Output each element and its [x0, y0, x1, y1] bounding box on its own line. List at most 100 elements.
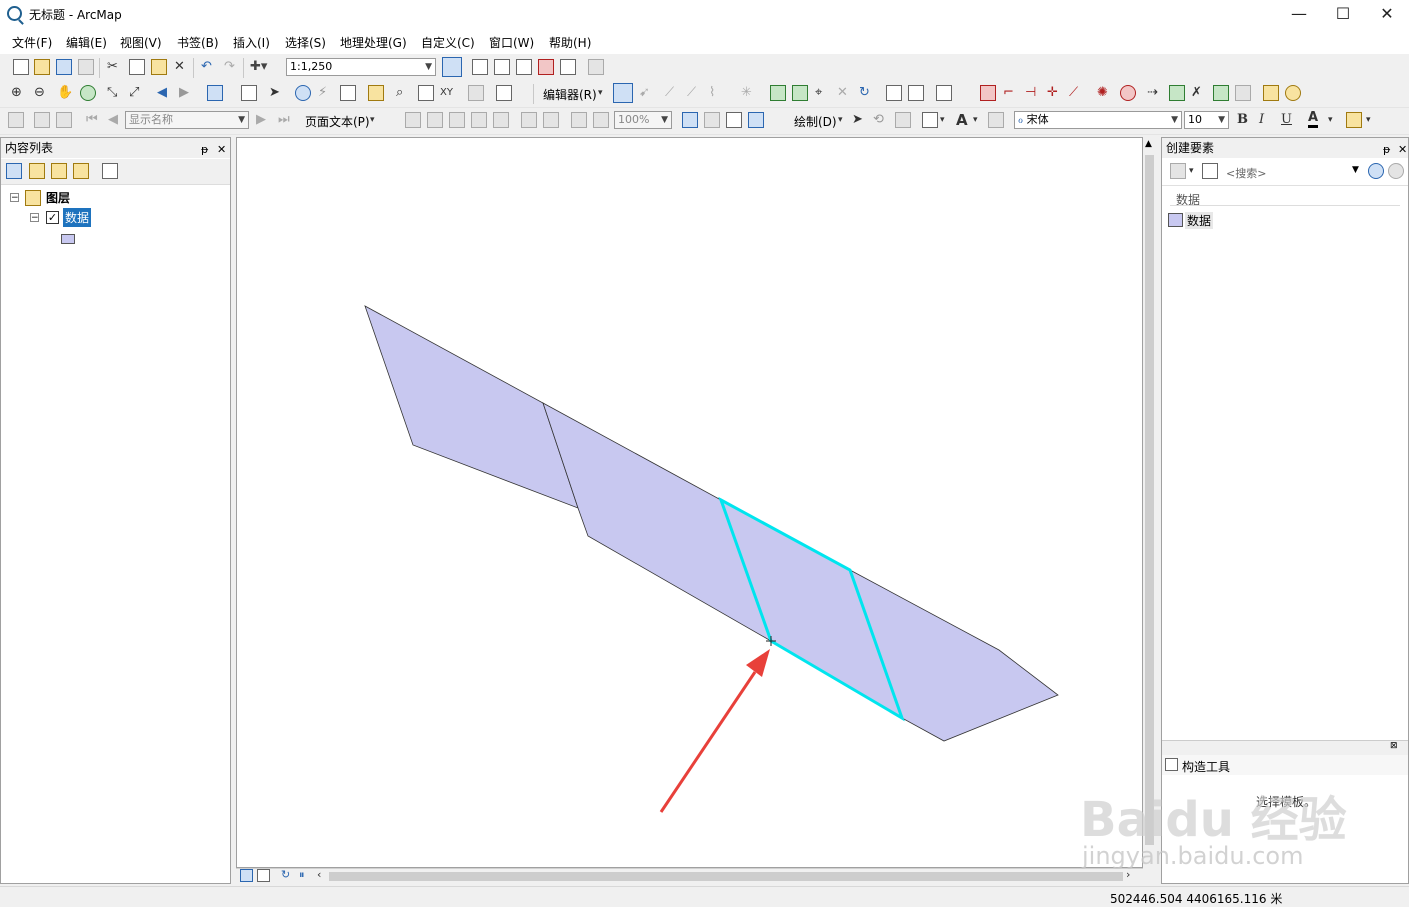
find-icon[interactable]: ⌕: [396, 84, 403, 102]
identify-icon[interactable]: [295, 85, 311, 101]
font-size-combo[interactable]: 10 ▼: [1184, 111, 1229, 129]
layout-view-button-icon[interactable]: [257, 869, 270, 882]
zoom-out-icon[interactable]: ⊖: [34, 84, 45, 102]
add-data-icon[interactable]: ✚▾: [250, 58, 267, 76]
layers-expander[interactable]: −: [10, 193, 19, 203]
feature-template-item[interactable]: 数据: [1185, 212, 1214, 229]
search-icon[interactable]: [1368, 163, 1384, 179]
attributes-icon[interactable]: [886, 85, 902, 101]
html-popup-icon[interactable]: [340, 85, 356, 101]
generalize-icon[interactable]: ⇢: [1147, 84, 1158, 102]
edit-annotation-icon[interactable]: ➹: [639, 84, 650, 102]
list-by-source-icon[interactable]: [29, 163, 45, 179]
fixed-zoom-in-icon[interactable]: ⤡: [107, 84, 117, 102]
paste-icon[interactable]: [151, 59, 167, 75]
go-to-xy-icon[interactable]: XY: [440, 84, 453, 102]
map-vertical-scrollbar[interactable]: ▲: [1143, 137, 1156, 868]
italic-button[interactable]: I: [1259, 111, 1264, 129]
select-features-icon[interactable]: [207, 85, 223, 101]
table-icon[interactable]: [56, 112, 72, 128]
validate-topology-icon[interactable]: [1120, 85, 1136, 101]
straight-segment-icon[interactable]: ⟋: [665, 84, 674, 102]
layout-zoom-out-icon[interactable]: [427, 112, 443, 128]
layer-label-selected[interactable]: 数据: [63, 208, 92, 227]
organize-templates-icon[interactable]: [1170, 163, 1186, 179]
menu-view[interactable]: 视图(V): [120, 34, 162, 51]
trace-icon[interactable]: ⌇: [709, 84, 715, 102]
close-button[interactable]: ✕: [1364, 0, 1409, 30]
zoom-100-icon[interactable]: [493, 112, 509, 128]
extend-icon[interactable]: ✛: [1047, 84, 1058, 102]
python-window-icon[interactable]: [560, 59, 576, 75]
menu-bookmarks[interactable]: 书签(B): [177, 34, 219, 51]
map-canvas[interactable]: [237, 138, 1142, 867]
edit-tool-icon[interactable]: [613, 83, 633, 103]
fixed-zoom-in-layout-icon[interactable]: [521, 112, 537, 128]
layers-root-label[interactable]: 图层: [46, 189, 70, 206]
toc-options-icon[interactable]: [102, 163, 118, 179]
union-icon[interactable]: [1285, 85, 1301, 101]
toc-window-icon[interactable]: [472, 59, 488, 75]
split-edge-icon[interactable]: ⊣: [1025, 84, 1036, 102]
select-elements-icon[interactable]: ➤: [269, 84, 280, 102]
list-by-visibility-icon[interactable]: [51, 163, 67, 179]
layout-zoom-in-icon[interactable]: [405, 112, 421, 128]
layout-pan-icon[interactable]: [449, 112, 465, 128]
template-search-input[interactable]: <搜索>: [1226, 165, 1266, 181]
menu-selection[interactable]: 选择(S): [285, 34, 326, 51]
create-viewer-icon[interactable]: [496, 85, 512, 101]
font-color-button[interactable]: A: [1308, 111, 1319, 128]
undo-icon[interactable]: ↶: [201, 58, 212, 76]
close-icon[interactable]: ✕: [1398, 140, 1407, 160]
edit-vertices-drawing-icon[interactable]: [988, 112, 1004, 128]
map-horizontal-scrollbar[interactable]: ↻ ⏸ ‹ ›: [236, 868, 1143, 884]
forward-extent-icon[interactable]: ▶: [179, 84, 189, 102]
data-view-button-icon[interactable]: [240, 869, 253, 882]
underline-button[interactable]: U: [1281, 111, 1292, 129]
fillet-icon[interactable]: ✗: [1191, 84, 1202, 102]
last-page-icon[interactable]: ⏭: [278, 111, 290, 129]
save-icon[interactable]: [56, 59, 72, 75]
cut-icon[interactable]: ✂: [107, 58, 118, 76]
pin-icon[interactable]: ᵽ: [1383, 140, 1390, 160]
cut-polygons-icon[interactable]: ⌖: [815, 84, 822, 102]
scroll-up-icon[interactable]: ▲: [1145, 139, 1152, 149]
template-symbol-swatch[interactable]: [1168, 213, 1183, 227]
zoom-in-icon[interactable]: ⊕: [11, 84, 22, 102]
next-page-icon[interactable]: ▶: [256, 111, 266, 129]
pin-icon[interactable]: ᵽ: [201, 140, 208, 160]
menu-customize[interactable]: 自定义(C): [421, 34, 475, 51]
maximize-button[interactable]: ☐: [1320, 0, 1366, 30]
list-by-selection-icon[interactable]: [73, 163, 89, 179]
menu-file[interactable]: 文件(F): [12, 34, 52, 51]
menu-geoprocessing[interactable]: 地理处理(G): [340, 34, 407, 51]
data-driven-pages-icon[interactable]: [748, 112, 764, 128]
font-name-combo[interactable]: ℴ 宋体 ▼: [1014, 111, 1182, 129]
clear-search-icon[interactable]: [1388, 163, 1404, 179]
next-extent-layout-icon[interactable]: [593, 112, 609, 128]
rotate-element-icon[interactable]: ⟲: [873, 111, 884, 129]
toggle-draft-mode-icon[interactable]: [682, 112, 698, 128]
bold-button[interactable]: B: [1237, 111, 1248, 129]
editor-menu[interactable]: 编辑器(R): [543, 86, 597, 103]
copy-icon[interactable]: [129, 59, 145, 75]
pan-icon[interactable]: ✋: [57, 84, 73, 102]
horizontal-scroll-thumb[interactable]: [329, 872, 1123, 881]
search-window-icon[interactable]: [516, 59, 532, 75]
fill-color-icon[interactable]: [1346, 112, 1362, 128]
back-extent-icon[interactable]: ◀: [157, 84, 167, 102]
table-tool-icon[interactable]: [1213, 85, 1229, 101]
select-elements-pointer-icon[interactable]: ➤: [852, 111, 863, 129]
split-tool-icon[interactable]: ✕: [837, 84, 848, 102]
open-folder-icon[interactable]: [34, 59, 50, 75]
focus-data-frame-icon[interactable]: [704, 112, 720, 128]
template-properties-icon[interactable]: [1202, 163, 1218, 179]
explode-icon[interactable]: ✺: [1097, 84, 1108, 102]
redo-icon[interactable]: ↷: [224, 58, 235, 76]
model-builder-icon[interactable]: [588, 59, 604, 75]
measure-icon[interactable]: [368, 85, 384, 101]
map-scale-combo[interactable]: 1:1,250 ▼: [286, 58, 436, 76]
menu-help[interactable]: 帮助(H): [549, 34, 591, 51]
arctoolbox-icon[interactable]: [538, 59, 554, 75]
fixed-zoom-out-icon[interactable]: ⤢: [129, 84, 139, 102]
